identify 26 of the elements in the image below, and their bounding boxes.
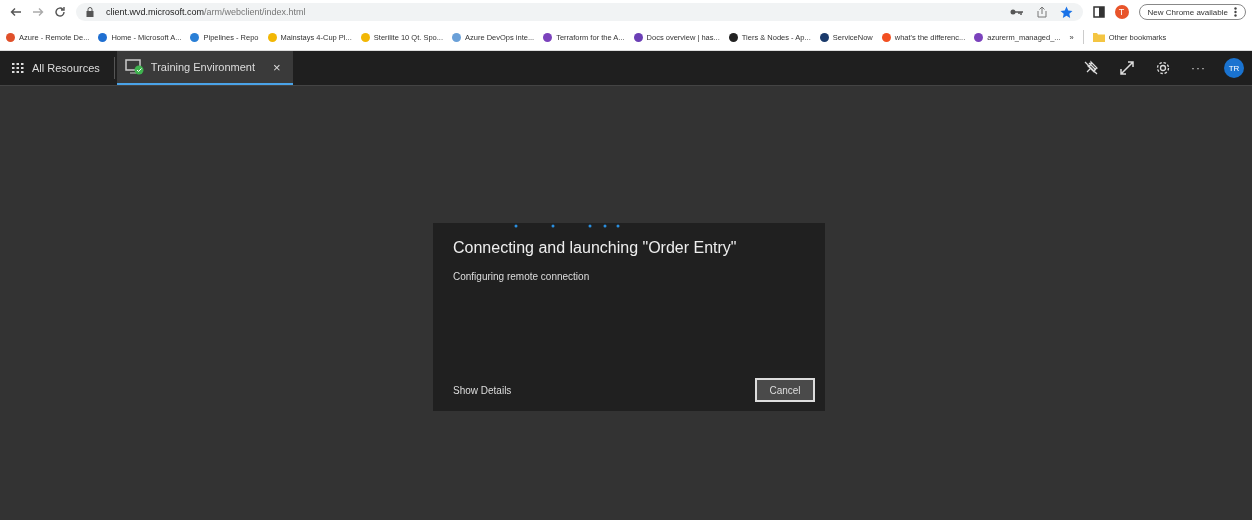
profile-avatar[interactable]: T (1114, 5, 1129, 19)
status-text: Configuring remote connection (453, 271, 591, 282)
dialog-title: Connecting and launching "Order Entry" (453, 239, 738, 257)
cancel-button[interactable]: Cancel (755, 378, 815, 402)
star-icon[interactable] (1059, 5, 1073, 19)
side-panel-icon[interactable] (1092, 6, 1105, 18)
address-bar[interactable]: client.wvd.microsoft.com/arm/webclient/index.html (76, 3, 1083, 21)
session-tab[interactable]: Training Environment × (116, 51, 293, 85)
folder-icon (1092, 32, 1105, 42)
kebab-icon[interactable] (1234, 7, 1237, 17)
update-button[interactable]: New Chrome available (1138, 4, 1246, 20)
lock-icon (86, 7, 94, 17)
back-icon[interactable] (10, 7, 22, 17)
url-text: client.wvd.microsoft.com/arm/webclient/index.html (106, 7, 306, 17)
remote-desktop-icon (124, 59, 145, 75)
all-resources-button[interactable]: All Resources (0, 51, 112, 85)
close-icon[interactable]: × (273, 59, 281, 75)
user-avatar[interactable]: TR (1224, 58, 1244, 78)
share-icon[interactable] (1035, 6, 1048, 18)
more-button[interactable]: ··· (1191, 61, 1206, 75)
key-icon[interactable] (1009, 7, 1024, 17)
grid-icon (12, 63, 24, 73)
show-details-link[interactable]: Show Details (453, 384, 512, 396)
settings-icon[interactable] (1155, 60, 1171, 76)
reload-icon[interactable] (54, 6, 66, 18)
fullscreen-icon[interactable] (1119, 60, 1135, 76)
